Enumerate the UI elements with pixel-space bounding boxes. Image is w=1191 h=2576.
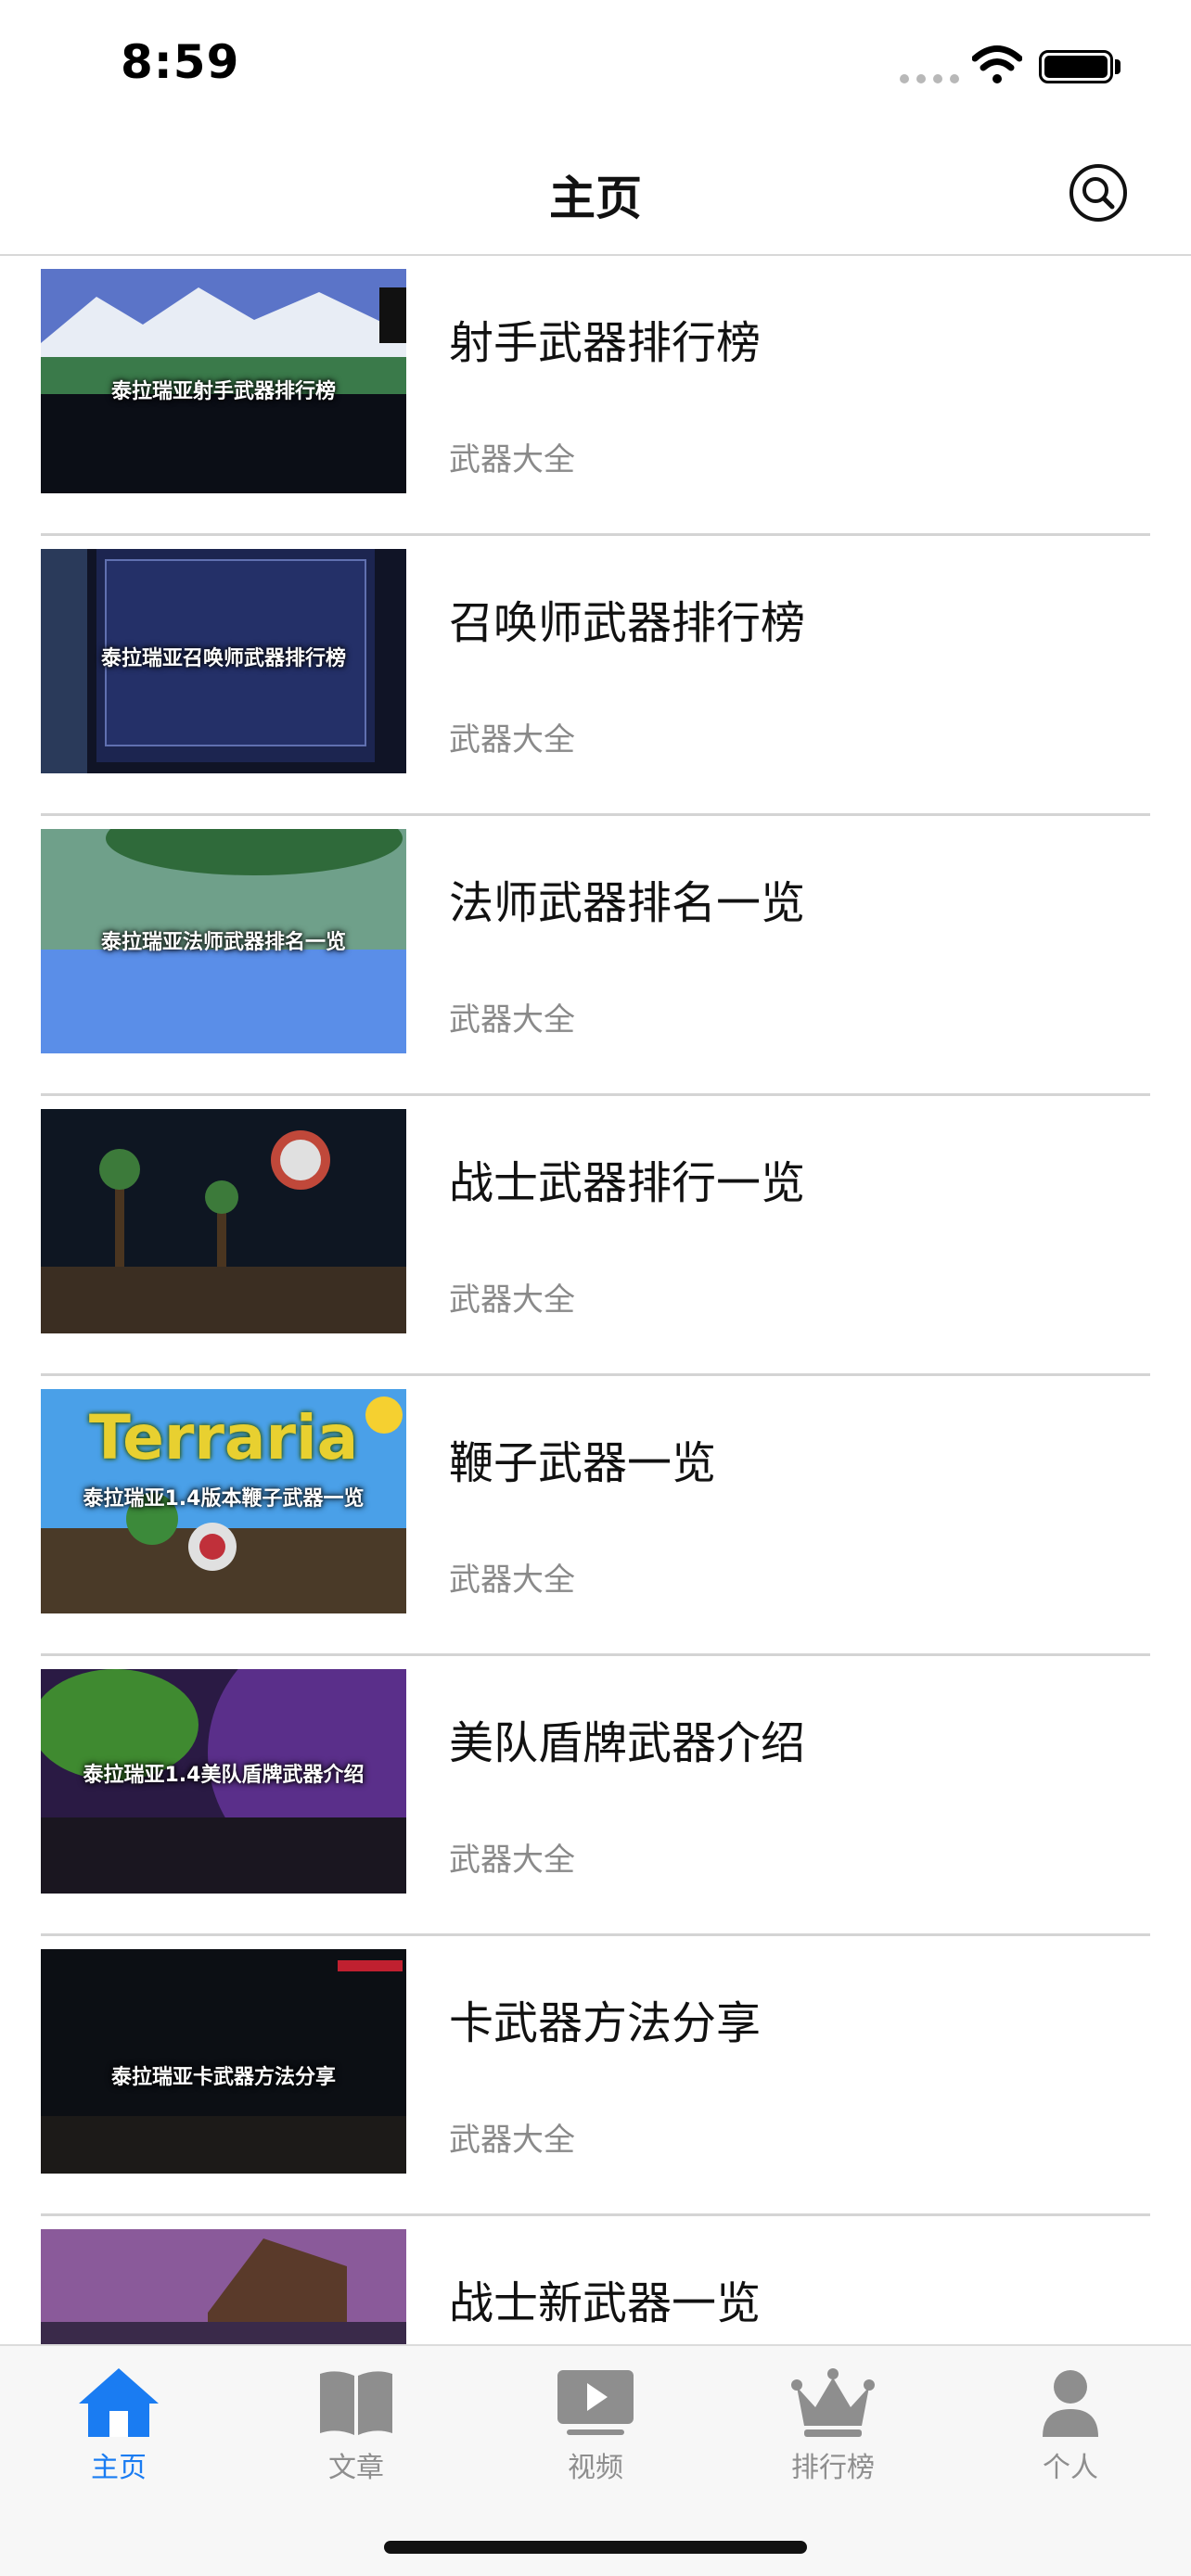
tab-home[interactable]: 主页	[45, 2365, 193, 2485]
article-title: 卡武器方法分享	[449, 1997, 762, 2049]
thumbnail-caption: 泰拉瑞亚1.4版本鞭子武器一览	[83, 1487, 365, 1511]
article-category: 武器大全	[449, 441, 575, 478]
tab-label: 主页	[91, 2452, 147, 2484]
list-item[interactable]: 泰拉瑞亚法师武器排名一览 法师武器排名一览 武器大全	[41, 816, 1150, 1096]
tab-label: 个人	[1043, 2452, 1098, 2484]
list-item[interactable]: 泰拉瑞亚召唤师武器排行榜 召唤师武器排行榜 武器大全	[41, 536, 1150, 816]
list-item[interactable]: 泰拉瑞亚卡武器方法分享 卡武器方法分享 武器大全	[41, 1936, 1150, 2216]
cellular-signal-icon	[900, 74, 959, 83]
article-title: 战士新武器一览	[449, 2277, 762, 2329]
thumbnail-image: 泰拉瑞亚1.4美队盾牌武器介绍	[41, 1669, 406, 1894]
article-list[interactable]: 泰拉瑞亚射手武器排行榜 射手武器排行榜 武器大全 泰拉瑞亚召唤师武器排行榜 召唤…	[0, 256, 1191, 2344]
list-item[interactable]: 泰拉瑞亚1.4美队盾牌武器介绍 美队盾牌武器介绍 武器大全	[41, 1656, 1150, 1936]
status-bar: 8:59	[0, 0, 1191, 130]
tab-videos[interactable]: 视频	[521, 2365, 670, 2485]
page-title: 主页	[549, 172, 642, 225]
thumbnail-image	[41, 1109, 406, 1333]
play-icon	[557, 2370, 634, 2435]
thumbnail-image	[41, 2229, 406, 2344]
crown-icon	[791, 2368, 875, 2437]
thumbnail-art	[41, 2229, 406, 2344]
article-title: 鞭子武器一览	[449, 1437, 717, 1489]
thumbnail-caption: 泰拉瑞亚1.4美队盾牌武器介绍	[83, 1764, 365, 1787]
article-title: 美队盾牌武器介绍	[449, 1717, 806, 1769]
tab-label: 视频	[568, 2452, 623, 2484]
navigation-bar: 主页	[0, 130, 1191, 256]
thumbnail-image: 泰拉瑞亚卡武器方法分享	[41, 1949, 406, 2174]
article-title: 法师武器排名一览	[449, 877, 806, 929]
tab-label: 排行榜	[791, 2452, 875, 2484]
person-icon	[1043, 2370, 1098, 2437]
thumbnail-caption: 泰拉瑞亚召唤师武器排行榜	[100, 647, 346, 670]
thumbnail-caption: 泰拉瑞亚法师武器排名一览	[100, 931, 346, 954]
article-category: 武器大全	[449, 1001, 575, 1039]
thumbnail-image: Terraria 泰拉瑞亚1.4版本鞭子武器一览	[41, 1389, 406, 1613]
article-category: 武器大全	[449, 1282, 575, 1319]
list-item[interactable]: Terraria 泰拉瑞亚1.4版本鞭子武器一览 鞭子武器一览 武器大全	[41, 1376, 1150, 1656]
tab-label: 文章	[328, 2452, 384, 2484]
tab-profile[interactable]: 个人	[996, 2365, 1145, 2485]
article-category: 武器大全	[449, 1562, 575, 1599]
thumbnail-image: 泰拉瑞亚法师武器排名一览	[41, 829, 406, 1053]
thumbnail-art	[41, 1109, 406, 1333]
search-button[interactable]	[1069, 163, 1128, 223]
article-title: 战士武器排行一览	[449, 1157, 806, 1209]
tab-articles[interactable]: 文章	[282, 2365, 430, 2485]
article-category: 武器大全	[449, 1842, 575, 1879]
list-item[interactable]: 战士武器排行一览 武器大全	[41, 1096, 1150, 1376]
article-title: 召唤师武器排行榜	[449, 597, 806, 649]
book-icon	[320, 2371, 392, 2435]
article-title: 射手武器排行榜	[449, 317, 762, 369]
battery-icon	[1039, 50, 1113, 83]
thumbnail-caption: 泰拉瑞亚射手武器排行榜	[110, 380, 336, 403]
thumbnail-image: 泰拉瑞亚射手武器排行榜	[41, 269, 406, 493]
thumbnail-caption: 泰拉瑞亚卡武器方法分享	[110, 2066, 336, 2089]
list-item[interactable]: 战士新武器一览	[41, 2216, 1150, 2344]
thumbnail-image: 泰拉瑞亚召唤师武器排行榜	[41, 549, 406, 773]
article-category: 武器大全	[449, 721, 575, 759]
terraria-logo: Terraria	[88, 1402, 359, 1473]
wifi-icon	[972, 45, 1022, 83]
tab-ranking[interactable]: 排行榜	[759, 2365, 907, 2485]
home-icon	[79, 2368, 159, 2437]
battery-cap	[1115, 59, 1121, 74]
home-indicator	[384, 2541, 807, 2554]
article-category: 武器大全	[449, 2122, 575, 2159]
status-time: 8:59	[121, 35, 240, 89]
list-item[interactable]: 泰拉瑞亚射手武器排行榜 射手武器排行榜 武器大全	[41, 256, 1150, 536]
